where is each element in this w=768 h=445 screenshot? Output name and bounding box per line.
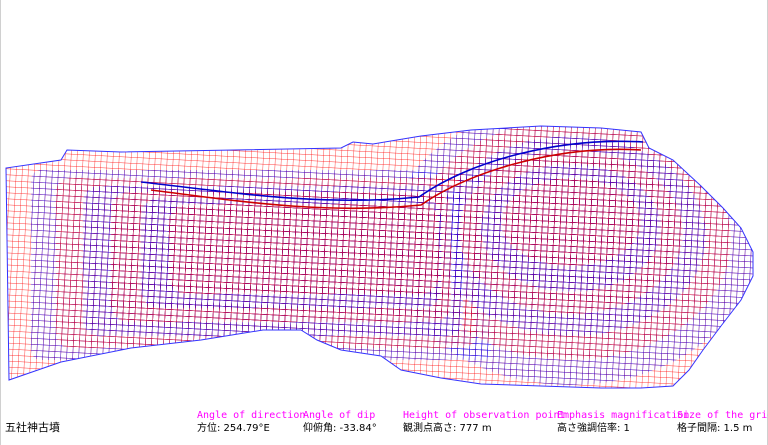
param-emphasis: Emphasis magnification 高さ強調倍率: 1 (557, 410, 689, 435)
direction-label: Angle of direction (197, 410, 306, 421)
emphasis-value: 高さ強調倍率: 1 (557, 423, 630, 434)
direction-value: 方位: 254.79°E (197, 423, 270, 434)
param-direction: Angle of direction 方位: 254.79°E (197, 410, 305, 435)
terrain-bands (6, 126, 753, 388)
param-grid: Size of the grid 格子間隔: 1.5 m (677, 410, 768, 435)
dip-value: 仰俯角: -33.84° (303, 423, 377, 434)
emphasis-label: Emphasis magnification (557, 410, 690, 421)
param-height: Height of observation point 観測点高さ: 777 m (403, 410, 566, 435)
kofun-terrain-mesh (5, 125, 754, 389)
grid-label: Size of the grid (677, 410, 768, 421)
terrain-viewport: 五社神古墳 Angle of direction 方位: 254.79°E An… (0, 0, 768, 445)
grid-value: 格子間隔: 1.5 m (677, 423, 753, 434)
height-label: Height of observation point (403, 410, 566, 421)
site-name: 五社神古墳 (5, 421, 60, 434)
terrain-band (501, 178, 641, 266)
dip-label: Angle of dip (303, 410, 376, 421)
height-value: 観測点高さ: 777 m (403, 423, 492, 434)
param-dip: Angle of dip 仰俯角: -33.84° (303, 410, 377, 435)
terrain-band (169, 204, 439, 294)
